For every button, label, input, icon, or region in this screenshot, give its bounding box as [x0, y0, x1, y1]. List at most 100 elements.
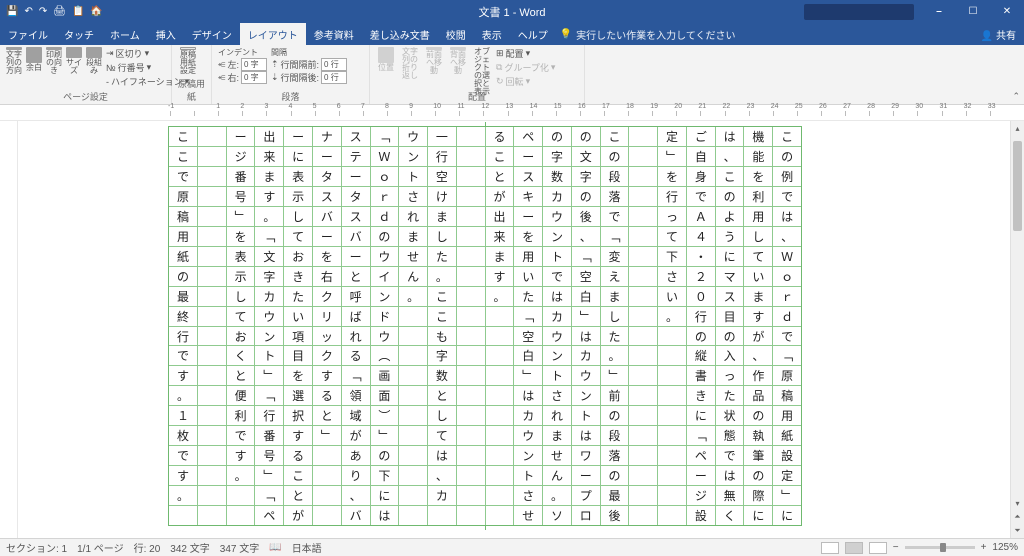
prev-page-button[interactable]: ⏶	[1011, 510, 1024, 524]
rotate-button[interactable]: ↻ 回転 ▾	[496, 75, 555, 88]
tab-layout[interactable]: レイアウト	[240, 23, 306, 45]
grid-column	[197, 127, 226, 525]
grid-cell	[399, 466, 427, 486]
qa-redo-icon[interactable]: ↷	[39, 6, 47, 17]
view-read-mode-button[interactable]	[821, 542, 839, 554]
grid-cell	[486, 506, 514, 525]
grid-cell: テ	[342, 147, 370, 167]
grid-cell: 番	[227, 167, 255, 187]
qa-home-icon[interactable]: 🏠	[90, 6, 102, 17]
qa-save-icon[interactable]: 💾	[6, 6, 18, 17]
grid-cell: ペ	[514, 127, 542, 147]
grid-cell: 機	[744, 127, 772, 147]
send-backward-button[interactable]: 背面へ移動	[448, 47, 468, 75]
grid-cell: 最	[169, 287, 197, 307]
grid-cell	[457, 486, 485, 506]
qa-undo-icon[interactable]: ↶	[24, 6, 32, 17]
spacing-before[interactable]: ⇡ 行間隔前:0 行	[271, 58, 347, 71]
grid-cell: 空	[428, 167, 456, 187]
status-language[interactable]: 日本語	[292, 540, 322, 555]
grid-cell: 目	[716, 307, 744, 327]
scroll-down-button[interactable]: ▾	[1011, 496, 1024, 510]
grid-cell: 用	[514, 247, 542, 267]
qa-print-icon[interactable]: 🖨	[53, 6, 66, 17]
grid-cell: ｄ	[773, 307, 801, 327]
scroll-thumb[interactable]	[1013, 141, 1022, 231]
grid-cell: と	[486, 167, 514, 187]
title-bar: 💾 ↶ ↷ 🖨 📋 🏠 文書 1 - Word ⎯ ☐ ✕	[0, 0, 1024, 23]
zoom-level[interactable]: 125%	[992, 542, 1018, 553]
share-button[interactable]: 👤 共有	[981, 27, 1016, 42]
tab-insert[interactable]: 挿入	[148, 23, 184, 45]
status-char-count[interactable]: 347 文字	[220, 540, 259, 555]
grid-cell: 段	[601, 426, 629, 446]
bring-forward-button[interactable]: 前面へ移動	[424, 47, 444, 75]
view-web-layout-button[interactable]	[869, 542, 887, 554]
collapse-ribbon-button[interactable]: ⌃	[1012, 91, 1020, 102]
tab-touch[interactable]: タッチ	[56, 23, 102, 45]
indent-left[interactable]: ⥺ 左:0 字	[218, 58, 267, 71]
tab-file[interactable]: ファイル	[0, 23, 56, 45]
tab-home[interactable]: ホーム	[102, 23, 148, 45]
document-page[interactable]: この例では、Ｗｏｒｄで﹁原稿用紙設定﹂に機能を利用していますが、作品の執筆の際に…	[18, 121, 1024, 538]
status-line[interactable]: 行: 20	[134, 540, 161, 555]
tab-mailings[interactable]: 差し込み文書	[362, 23, 438, 45]
tab-review[interactable]: 校閲	[438, 23, 474, 45]
grid-cell: 稿	[773, 386, 801, 406]
horizontal-ruler[interactable]: -112345678910111213141516171819202122232…	[0, 105, 1024, 121]
grid-cell: ナ	[313, 127, 341, 147]
maximize-button[interactable]: ☐	[956, 0, 990, 23]
vertical-ruler[interactable]	[0, 121, 18, 538]
grid-cell: 空	[514, 327, 542, 347]
tab-references[interactable]: 参考資料	[306, 23, 362, 45]
group-button[interactable]: ⧉ グループ化 ▾	[496, 61, 555, 74]
grid-cell	[629, 327, 657, 347]
indent-right[interactable]: ⥺ 右:0 字	[218, 71, 267, 84]
columns-button[interactable]: 段組み	[86, 47, 102, 75]
grid-cell: て	[744, 247, 772, 267]
grid-column: ることが出来ます。	[485, 127, 514, 525]
minimize-button[interactable]: ⎯	[922, 0, 956, 23]
zoom-slider[interactable]	[905, 546, 975, 549]
status-section[interactable]: セクション: 1	[6, 540, 67, 555]
grid-cell: 紙	[773, 426, 801, 446]
grid-cell	[457, 346, 485, 366]
tab-view[interactable]: 表示	[474, 23, 510, 45]
tab-help[interactable]: ヘルプ	[510, 23, 556, 45]
zoom-out-button[interactable]: −	[893, 542, 899, 553]
selection-pane-button[interactable]: オブジェクトの選択と表示	[472, 47, 492, 75]
user-badge[interactable]	[804, 4, 914, 20]
status-page[interactable]: 1/1 ページ	[77, 540, 123, 555]
view-print-layout-button[interactable]	[845, 542, 863, 554]
margins-button[interactable]: 余白	[26, 47, 42, 75]
text-direction-button[interactable]: 文字列の方向	[6, 47, 22, 75]
grid-cell: ー	[514, 207, 542, 227]
grid-cell: と	[428, 386, 456, 406]
tab-design[interactable]: デザイン	[184, 23, 240, 45]
size-button[interactable]: サイズ	[66, 47, 82, 75]
group-label: ページ設定	[6, 89, 165, 103]
grid-cell: 。	[543, 486, 571, 506]
spacing-after[interactable]: ⇣ 行間隔後:0 行	[271, 71, 347, 84]
genkouyoushi-settings-button[interactable]: 原稿用紙設定	[178, 47, 198, 75]
grid-cell: 段	[601, 167, 629, 187]
grid-cell: 示	[284, 187, 312, 207]
vertical-scrollbar[interactable]: ▴ ▾ ⏶ ⏷	[1010, 121, 1024, 538]
scroll-up-button[interactable]: ▴	[1011, 121, 1024, 135]
status-proofing-icon[interactable]: 📖	[269, 542, 281, 553]
grid-cell	[457, 406, 485, 426]
status-word-count[interactable]: 342 文字	[170, 540, 209, 555]
grid-cell	[227, 506, 255, 525]
close-button[interactable]: ✕	[990, 0, 1024, 23]
zoom-in-button[interactable]: +	[981, 542, 987, 553]
grid-cell: ン	[399, 147, 427, 167]
document-title: 文書 1 - Word	[478, 4, 545, 20]
next-page-button[interactable]: ⏷	[1011, 524, 1024, 538]
tell-me-search[interactable]: 💡 実行したい作業を入力してください	[560, 27, 736, 42]
grid-cell: に	[716, 247, 744, 267]
position-button[interactable]: 位置	[376, 47, 396, 75]
orientation-button[interactable]: 印刷の向き	[46, 47, 62, 75]
wrap-text-button[interactable]: 文字列の折り返し	[400, 47, 420, 75]
qa-paste-icon[interactable]: 📋	[72, 6, 84, 17]
align-button[interactable]: ⊞ 配置 ▾	[496, 47, 555, 60]
